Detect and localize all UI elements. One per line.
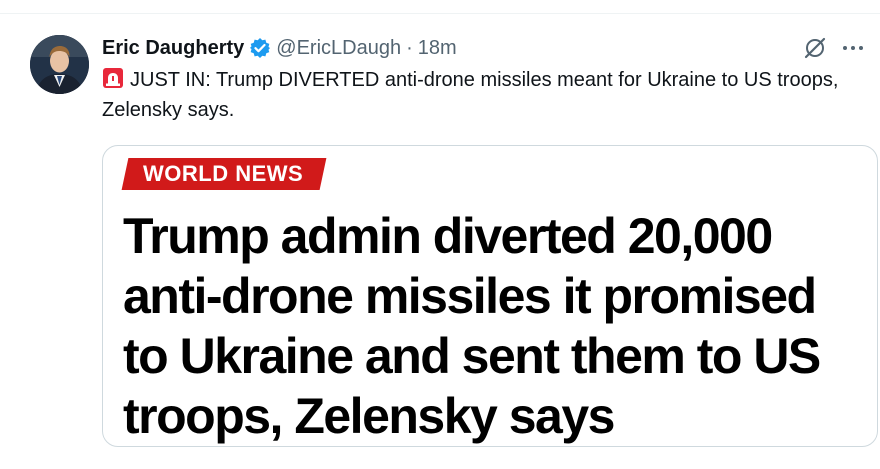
- verified-badge-icon[interactable]: [249, 37, 271, 59]
- previous-tweet-divider: [0, 0, 880, 14]
- tweet-body: JUST IN: Trump DIVERTED anti-drone missi…: [102, 69, 839, 121]
- header-separator: ·: [406, 36, 413, 59]
- avatar[interactable]: [30, 35, 89, 94]
- world-news-tag-label: WORLD NEWS: [143, 161, 304, 186]
- world-news-tag: WORLD NEWS: [121, 158, 327, 190]
- tweet-timestamp[interactable]: 18m: [418, 37, 457, 60]
- grok-icon[interactable]: [802, 35, 828, 61]
- tweet[interactable]: Eric Daugherty @EricLDaugh · 18m JUST IN…: [0, 15, 880, 469]
- tweet-header: Eric Daugherty @EricLDaugh · 18m: [102, 35, 457, 61]
- tweet-actions-top: [802, 35, 866, 61]
- card-headline: Trump admin diverted 20,000 anti-drone m…: [123, 208, 821, 444]
- link-card[interactable]: WORLD NEWS Trump admin diverted 20,000 a…: [102, 145, 878, 447]
- author-handle[interactable]: @EricLDaugh: [276, 37, 401, 60]
- more-icon[interactable]: [840, 35, 866, 61]
- author-display-name[interactable]: Eric Daugherty: [102, 37, 244, 60]
- siren-icon: [102, 67, 124, 89]
- tweet-text: JUST IN: Trump DIVERTED anti-drone missi…: [102, 65, 872, 125]
